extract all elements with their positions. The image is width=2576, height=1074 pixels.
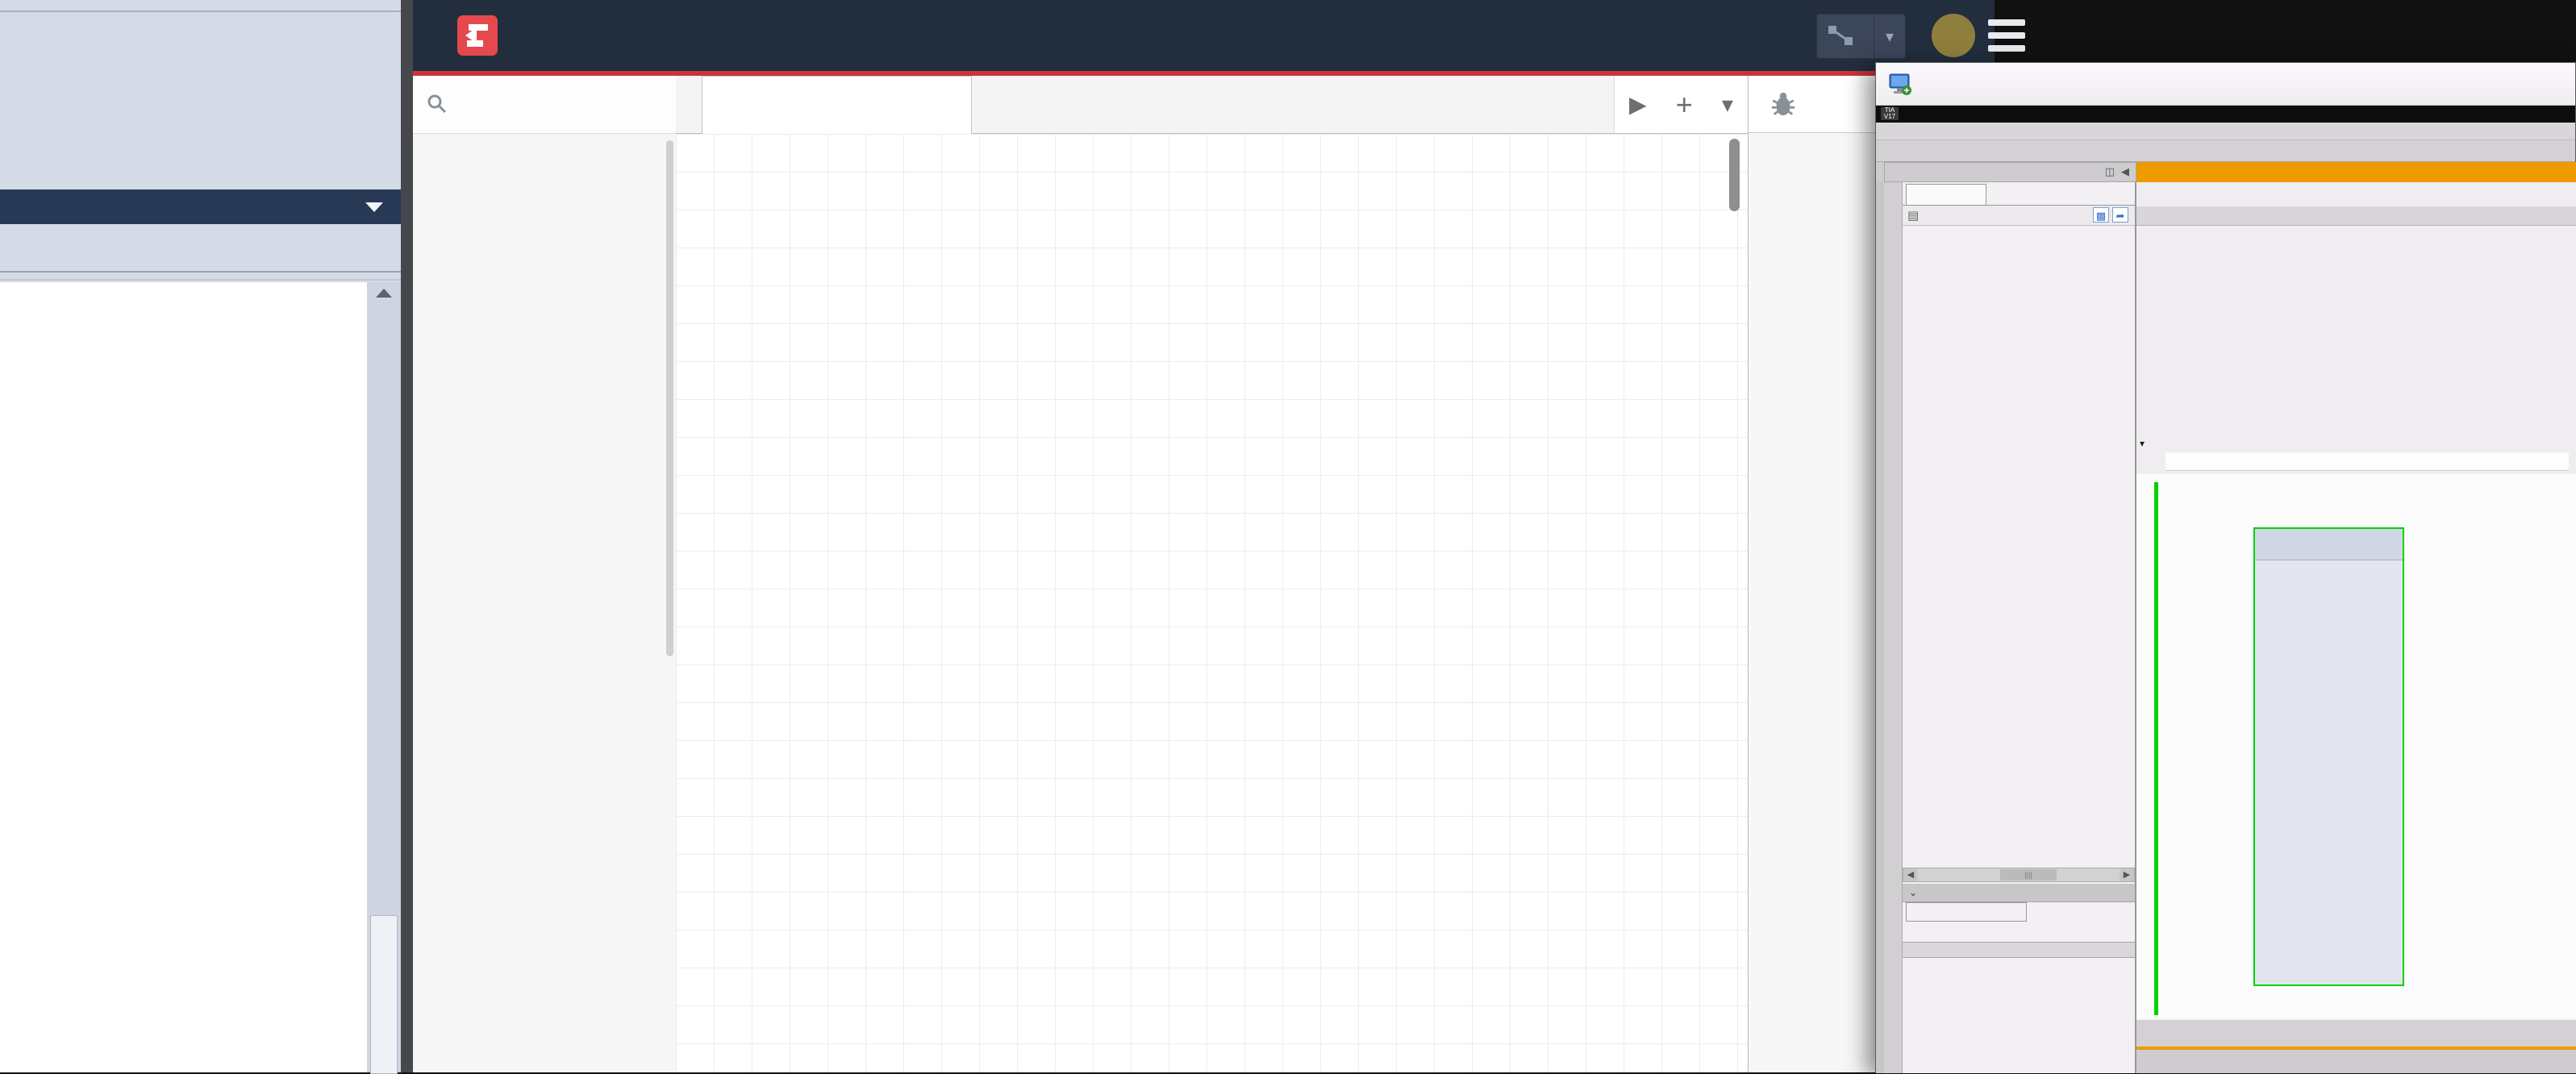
task-card-strip[interactable] bbox=[1884, 182, 1903, 1073]
chevron-down-icon[interactable] bbox=[365, 202, 383, 212]
deploy-button[interactable]: ▾ bbox=[1816, 14, 1906, 59]
tree-options-icon[interactable]: ▤ bbox=[1907, 208, 1919, 223]
bug-icon bbox=[1769, 90, 1797, 118]
tia-toolbar bbox=[1876, 140, 2575, 162]
project-tree-panel: ▤ ▩ ➦ ◀ ▶ |||| ⌄ bbox=[1903, 182, 2136, 1073]
palette-scrollbar[interactable] bbox=[666, 140, 673, 656]
window-edge bbox=[401, 0, 413, 1072]
tree-sync-icon[interactable]: ➦ bbox=[2112, 207, 2128, 223]
fb-call-block[interactable] bbox=[2253, 527, 2404, 986]
tree-view-icon[interactable]: ▩ bbox=[2093, 207, 2109, 223]
inspector-tabs bbox=[2136, 1050, 2576, 1073]
project-tree-toolbar: ▤ ▩ ➦ bbox=[1903, 206, 2135, 226]
pin-panel-icon[interactable]: ◫ bbox=[2105, 165, 2115, 178]
search-icon bbox=[427, 94, 448, 114]
scrollbar-thumb[interactable] bbox=[370, 915, 398, 1074]
tree-horizontal-scrollbar[interactable]: ◀ ▶ |||| bbox=[1903, 868, 2135, 882]
remote-desktop-icon bbox=[1887, 71, 1913, 97]
details-view-header[interactable]: ⌄ bbox=[1903, 884, 2135, 902]
divider bbox=[0, 271, 401, 273]
collapse-panel-icon[interactable]: ◀ bbox=[2121, 165, 2129, 178]
scroll-left-icon[interactable]: ◀ bbox=[1903, 868, 1918, 881]
remote-desktop-window: TIAV17 ◫ ◀ ▤ ▩ ➦ ◀ ▶ |||| bbox=[1875, 62, 2576, 1072]
deploy-dropdown-icon[interactable]: ▾ bbox=[1874, 27, 1905, 47]
lad-network-canvas[interactable] bbox=[2136, 474, 2576, 1018]
ladder-collapsed-bar[interactable] bbox=[0, 189, 401, 224]
tia-logo-icon: TIAV17 bbox=[1881, 107, 1899, 120]
scroll-up-icon[interactable] bbox=[376, 289, 392, 298]
flow-list-dropdown[interactable]: ▾ bbox=[1722, 91, 1733, 118]
scroll-right-icon[interactable]: ▶ bbox=[2120, 868, 2134, 881]
ladder-rung-canvas[interactable] bbox=[0, 282, 367, 1072]
chevron-down-icon: ⌄ bbox=[1909, 887, 1917, 898]
details-view-columns bbox=[1903, 942, 2135, 958]
node-red-header: ▾ bbox=[413, 0, 1995, 71]
tia-title-bar[interactable]: TIAV17 bbox=[1876, 106, 2575, 123]
scrollbar-thumb[interactable]: |||| bbox=[2000, 869, 2057, 880]
ladder-editor-window bbox=[0, 0, 401, 1072]
canvas-scrollbar-thumb[interactable] bbox=[1729, 139, 1740, 211]
editor-toolbar bbox=[2136, 206, 2576, 226]
deploy-icon bbox=[1828, 26, 1853, 47]
project-tree-header[interactable]: ◫ ◀ bbox=[1884, 162, 2136, 182]
main-menu-icon[interactable] bbox=[1988, 19, 2025, 52]
collapse-network-icon[interactable]: ▾ bbox=[2140, 438, 2145, 449]
divider bbox=[0, 10, 401, 12]
user-avatar[interactable] bbox=[1932, 14, 1975, 57]
add-flow-button[interactable]: + bbox=[1676, 88, 1693, 122]
node-palette bbox=[413, 76, 677, 1072]
power-rail bbox=[2154, 482, 2158, 1015]
palette-filter[interactable] bbox=[413, 76, 676, 134]
tia-menu-bar bbox=[1876, 123, 2575, 140]
node-red-window: ▾ ▶ + ▾ bbox=[401, 0, 1995, 1072]
tab-technology-objects[interactable] bbox=[1906, 902, 2027, 922]
ladder-scrollbar[interactable] bbox=[367, 282, 401, 1072]
block-editor-panel: ▾ bbox=[2136, 182, 2576, 1073]
breadcrumb[interactable] bbox=[2136, 162, 2576, 182]
network-comment[interactable] bbox=[2165, 452, 2569, 471]
network-header[interactable]: ▾ bbox=[2136, 435, 2576, 452]
flow-tab-active[interactable] bbox=[702, 76, 972, 134]
tab-devices[interactable] bbox=[1906, 184, 1986, 205]
divider bbox=[0, 279, 401, 281]
inspector-band bbox=[2136, 1018, 2576, 1047]
flow-canvas[interactable] bbox=[676, 134, 1748, 1072]
rdp-title-bar[interactable] bbox=[1876, 63, 2575, 106]
node-red-logo-icon bbox=[457, 15, 498, 56]
flow-tab-bar: ▶ + ▾ bbox=[676, 76, 1748, 134]
run-flows-button[interactable]: ▶ bbox=[1629, 91, 1647, 118]
